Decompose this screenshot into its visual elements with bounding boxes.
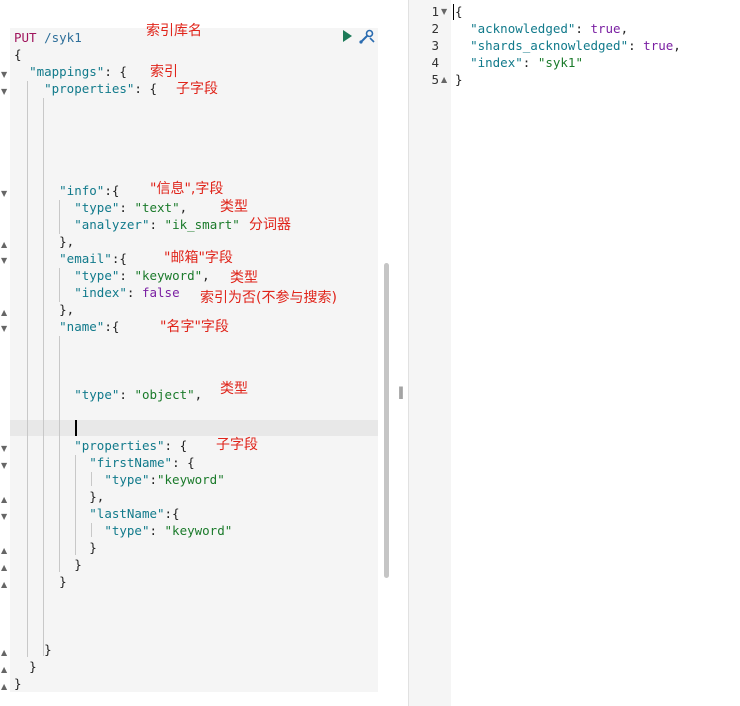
- fold-close-icon[interactable]: ▲: [1, 563, 7, 572]
- code-line: {: [14, 47, 22, 62]
- annotation-not-indexed: 索引为否(不参与搜索): [200, 290, 337, 306]
- annotation-index-name: 索引库名: [146, 23, 202, 39]
- fold-open-icon[interactable]: ▼: [1, 189, 7, 198]
- line-number: 2: [431, 21, 439, 36]
- response-gutter: [409, 0, 451, 706]
- annotation-info-field: "信息",字段: [150, 181, 224, 197]
- fold-open-icon[interactable]: ▼: [1, 70, 7, 79]
- response-line: {: [455, 4, 463, 19]
- fold-open-icon[interactable]: ▼: [1, 444, 7, 453]
- code-line: },: [59, 234, 75, 249]
- annotation-email-field: "邮箱"字段: [164, 250, 233, 266]
- annotation-subfields: 子字段: [216, 437, 258, 453]
- fold-close-icon[interactable]: ▲: [1, 682, 7, 691]
- fold-close-icon[interactable]: ▲: [441, 75, 447, 84]
- code-line: "info":{: [59, 183, 120, 198]
- line-number: 5: [431, 72, 439, 87]
- annotation-type: 类型: [230, 270, 258, 286]
- active-line-highlight: [10, 420, 378, 436]
- request-editor-pane[interactable]: ▼ ▼ ▼ ▲ ▼ ▲ ▼ ▼ ▼ ▲ ▼ ▲ ▲ ▲ ▲ ▲ ▲ PUT /s…: [0, 0, 392, 706]
- fold-open-icon[interactable]: ▼: [1, 324, 7, 333]
- fold-open-icon[interactable]: ▼: [1, 461, 7, 470]
- line-number: 4: [431, 55, 439, 70]
- code-line: }: [14, 676, 22, 691]
- fold-open-icon[interactable]: ▼: [441, 7, 447, 16]
- fold-close-icon[interactable]: ▲: [1, 648, 7, 657]
- code-line: "type": "object",: [74, 387, 203, 402]
- fold-open-icon[interactable]: ▼: [1, 256, 7, 265]
- fold-close-icon[interactable]: ▲: [1, 495, 7, 504]
- editor-background: [10, 28, 378, 692]
- request-path: /syk1: [44, 30, 82, 45]
- code-line: "index": false: [74, 285, 180, 300]
- code-line: "mappings": {: [29, 64, 127, 79]
- code-line: "properties": {: [44, 81, 157, 96]
- code-line: "type":"keyword": [104, 472, 225, 487]
- fold-open-icon[interactable]: ▼: [1, 512, 7, 521]
- code-line: },: [59, 302, 75, 317]
- code-line: "type": "keyword": [104, 523, 233, 538]
- code-line: "type": "text",: [74, 200, 188, 215]
- annotation-subfields: 子字段: [176, 81, 218, 97]
- wrench-icon[interactable]: [358, 29, 376, 45]
- code-line: }: [89, 540, 97, 555]
- code-line: "type": "keyword",: [74, 268, 210, 283]
- code-line: "analyzer": "ik_smart": [74, 217, 240, 232]
- annotation-type: 类型: [220, 381, 248, 397]
- http-method: PUT: [14, 30, 37, 45]
- code-line: "email":{: [59, 251, 127, 266]
- annotation-index: 索引: [150, 64, 178, 80]
- fold-close-icon[interactable]: ▲: [1, 240, 7, 249]
- code-line: }: [74, 557, 82, 572]
- request-line[interactable]: PUT /syk1: [14, 30, 82, 46]
- fold-close-icon[interactable]: ▲: [1, 546, 7, 555]
- editor-gutter: [0, 0, 10, 706]
- annotation-type: 类型: [220, 199, 248, 215]
- editor-scrollbar[interactable]: [384, 263, 389, 578]
- fold-open-icon[interactable]: ▼: [1, 87, 7, 96]
- line-number: 1: [431, 4, 439, 19]
- code-line: "properties": {: [74, 438, 188, 453]
- code-line: }: [59, 574, 67, 589]
- code-line: }: [29, 659, 37, 674]
- code-line: }: [44, 642, 52, 657]
- pane-resize-handle[interactable]: ‖: [398, 385, 404, 399]
- line-number: 3: [431, 38, 439, 53]
- response-line: "acknowledged": true,: [470, 21, 629, 36]
- annotation-analyzer: 分词器: [249, 217, 291, 233]
- response-cursor: [453, 4, 454, 20]
- code-line: "name":{: [59, 319, 120, 334]
- code-line: "firstName": {: [89, 455, 195, 470]
- code-line: },: [89, 489, 105, 504]
- text-cursor: [75, 420, 77, 436]
- response-line: }: [455, 72, 463, 87]
- annotation-name-field: "名字"字段: [160, 319, 229, 335]
- response-line: "shards_acknowledged": true,: [470, 38, 681, 53]
- fold-close-icon[interactable]: ▲: [1, 308, 7, 317]
- play-icon[interactable]: [343, 30, 352, 42]
- response-line: "index": "syk1": [470, 55, 583, 70]
- fold-close-icon[interactable]: ▲: [1, 580, 7, 589]
- fold-close-icon[interactable]: ▲: [1, 665, 7, 674]
- code-line: "lastName":{: [89, 506, 180, 521]
